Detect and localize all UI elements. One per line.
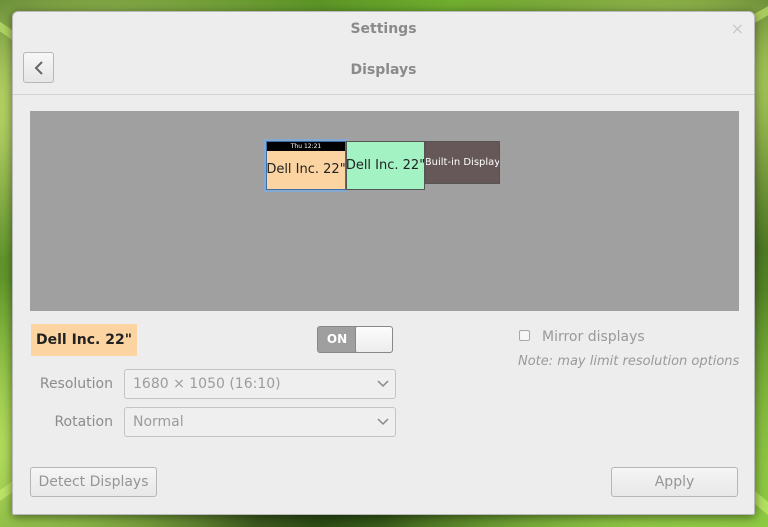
rotation-label: Rotation xyxy=(54,414,113,430)
mirror-displays-checkbox[interactable] xyxy=(519,330,530,341)
monitor-label: Dell Inc. 22" xyxy=(266,162,346,177)
resolution-label: Resolution xyxy=(39,376,113,392)
display-power-switch[interactable]: ON xyxy=(317,326,393,353)
chevron-down-icon xyxy=(377,380,389,388)
close-icon[interactable]: × xyxy=(731,19,744,38)
monitor-dell-secondary[interactable]: Dell Inc. 22" xyxy=(346,141,425,190)
monitor-label: Dell Inc. 22" xyxy=(346,158,425,173)
chevron-down-icon xyxy=(377,418,389,426)
header-separator xyxy=(13,94,754,95)
mirror-displays-label[interactable]: Mirror displays xyxy=(542,329,645,345)
resolution-combo[interactable]: 1680 × 1050 (16:10) xyxy=(124,369,396,399)
top-bar-clock: Thu 12:21 xyxy=(267,142,345,151)
rotation-combo[interactable]: Normal xyxy=(124,407,396,437)
display-arrangement[interactable]: Thu 12:21 Dell Inc. 22" Dell Inc. 22" Bu… xyxy=(30,111,739,311)
monitor-dell-primary[interactable]: Thu 12:21 Dell Inc. 22" xyxy=(266,141,346,190)
settings-window: Settings × Displays Thu 12:21 Dell Inc. … xyxy=(12,11,755,515)
mirror-note: Note: may limit resolution options xyxy=(518,354,740,369)
detect-displays-button[interactable]: Detect Displays xyxy=(30,467,157,497)
monitor-built-in[interactable]: Built-in Display xyxy=(425,141,500,184)
switch-on-label: ON xyxy=(326,332,348,346)
apply-button[interactable]: Apply xyxy=(611,467,738,497)
resolution-value: 1680 × 1050 (16:10) xyxy=(133,376,281,392)
panel-title: Displays xyxy=(350,62,417,78)
selected-display-name: Dell Inc. 22" xyxy=(31,324,137,356)
rotation-value: Normal xyxy=(133,414,184,430)
monitor-label: Built-in Display xyxy=(425,157,500,168)
window-title: Settings xyxy=(350,21,417,37)
switch-knob[interactable] xyxy=(355,327,392,352)
